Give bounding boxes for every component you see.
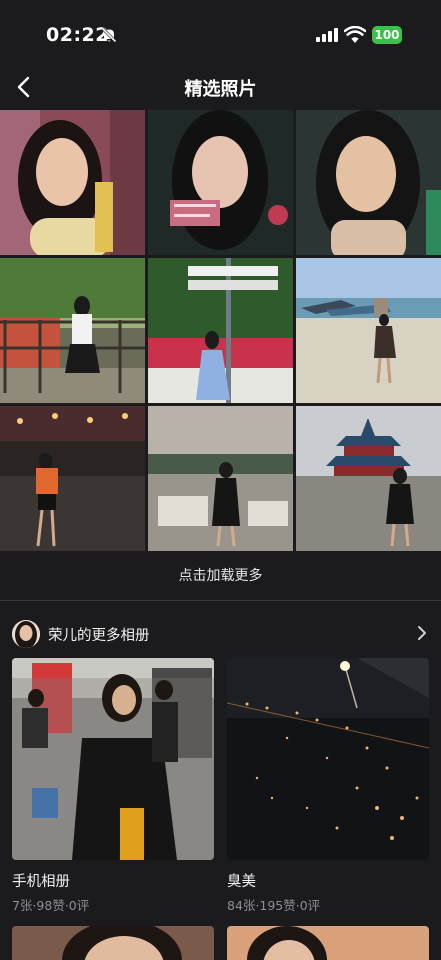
nav-bar: 精选照片 [0,64,441,110]
battery-icon: 100 [372,26,402,44]
album-cover-peek[interactable] [12,926,214,960]
photo-tile[interactable] [148,406,293,551]
album-cover[interactable] [12,658,214,860]
album-cover[interactable] [227,658,429,860]
photo-tile[interactable] [296,110,441,255]
photo-tile[interactable] [0,110,145,255]
album-stats: 84张·195赞·0评 [227,898,321,913]
avatar[interactable] [12,620,40,648]
more-albums-title: 荣儿的更多相册 [48,628,150,644]
divider [0,600,441,601]
album-card[interactable]: 臭美 84张·195赞·0评 [227,658,429,914]
page-title: 精选照片 [184,79,257,100]
more-albums-header[interactable]: 荣儿的更多相册 [0,610,441,656]
album-cover-peek[interactable] [227,926,429,960]
album-stats: 7张·98赞·0评 [12,898,90,913]
photo-tile[interactable] [148,258,293,403]
photo-tile[interactable] [296,406,441,551]
album-name: 臭美 [227,874,256,890]
photo-tile[interactable] [0,258,145,403]
photo-tile[interactable] [296,258,441,403]
photo-tile[interactable] [148,110,293,255]
photo-tile[interactable] [0,406,145,551]
chevron-right-icon[interactable] [414,625,430,641]
album-card[interactable]: 手机相册 7张·98赞·0评 [12,658,214,914]
wifi-icon [344,26,366,43]
cellular-signal-icon [316,28,338,42]
status-bar: 02:22 100 [0,0,441,64]
photo-grid [0,110,441,552]
album-name: 手机相册 [12,874,70,890]
bell-slash-icon [101,27,117,43]
load-more-button[interactable]: 点击加载更多 [0,552,441,600]
